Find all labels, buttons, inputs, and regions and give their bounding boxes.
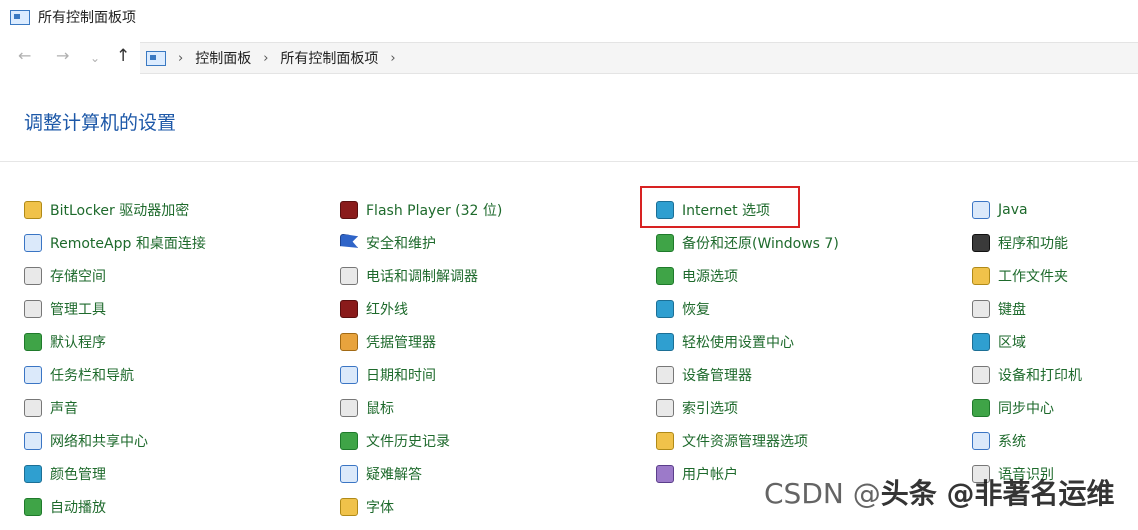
item-devices-printers[interactable]: 设备和打印机	[972, 358, 1082, 391]
item-sound[interactable]: 声音	[24, 391, 206, 424]
keyboard-icon	[972, 299, 990, 318]
control-panel-icon	[146, 50, 166, 66]
explorer-options-icon	[656, 431, 674, 450]
address-bar[interactable]: › 控制面板 › 所有控制面板项 ›	[140, 42, 1138, 74]
breadcrumb-all-items[interactable]: 所有控制面板项	[280, 48, 378, 68]
item-sync-center[interactable]: 同步中心	[972, 391, 1082, 424]
flash-player-icon	[340, 200, 358, 219]
items-column-4: Java 程序和功能 工作文件夹 键盘 区域 设备和打印机 同步中心 系统 语音…	[972, 193, 1082, 490]
up-arrow-icon[interactable]: ↑	[116, 46, 130, 66]
watermark-csdn: CSDN @	[764, 477, 881, 510]
breadcrumb-separator-icon[interactable]: ›	[178, 51, 183, 66]
power-options-icon	[656, 266, 674, 285]
navigation-bar: ← → ⌄ ↑ › 控制面板 › 所有控制面板项 ›	[0, 38, 1138, 76]
item-troubleshooting[interactable]: 疑难解答	[340, 457, 502, 490]
sound-icon	[24, 398, 42, 417]
infrared-icon	[340, 299, 358, 318]
programs-features-icon	[972, 233, 990, 252]
window-title: 所有控制面板项	[38, 10, 136, 26]
back-arrow-icon[interactable]: ←	[18, 46, 31, 66]
item-storage-spaces[interactable]: 存储空间	[24, 259, 206, 292]
item-recovery[interactable]: 恢复	[656, 292, 839, 325]
storage-spaces-icon	[24, 266, 42, 285]
watermark: CSDN @头条 @非著名运维	[764, 472, 1114, 512]
region-icon	[972, 332, 990, 351]
item-region[interactable]: 区域	[972, 325, 1082, 358]
item-date-time[interactable]: 日期和时间	[340, 358, 502, 391]
color-management-icon	[24, 464, 42, 483]
forward-arrow-icon[interactable]: →	[56, 46, 69, 66]
work-folders-icon	[972, 266, 990, 285]
ease-of-access-icon	[656, 332, 674, 351]
item-default-programs[interactable]: 默认程序	[24, 325, 206, 358]
security-flag-icon	[340, 233, 358, 248]
devices-printers-icon	[972, 365, 990, 384]
phone-modem-icon	[340, 266, 358, 285]
mouse-icon	[340, 398, 358, 417]
item-fonts[interactable]: 字体	[340, 490, 502, 523]
recovery-icon	[656, 299, 674, 318]
device-manager-icon	[656, 365, 674, 384]
breadcrumb-separator-icon[interactable]: ›	[263, 51, 268, 66]
autoplay-icon	[24, 497, 42, 516]
item-mouse[interactable]: 鼠标	[340, 391, 502, 424]
item-indexing-options[interactable]: 索引选项	[656, 391, 839, 424]
network-icon	[24, 431, 42, 450]
item-system[interactable]: 系统	[972, 424, 1082, 457]
page-heading: 调整计算机的设置	[24, 112, 177, 134]
taskbar-icon	[24, 365, 42, 384]
indexing-icon	[656, 398, 674, 417]
recent-locations-icon[interactable]: ⌄	[90, 48, 100, 68]
system-icon	[972, 431, 990, 450]
highlight-box	[640, 186, 800, 228]
troubleshoot-icon	[340, 464, 358, 483]
item-backup-restore[interactable]: 备份和还原(Windows 7)	[656, 226, 839, 259]
control-panel-icon	[10, 9, 30, 25]
item-flash-player[interactable]: Flash Player (32 位)	[340, 193, 502, 226]
item-admin-tools[interactable]: 管理工具	[24, 292, 206, 325]
item-color-management[interactable]: 颜色管理	[24, 457, 206, 490]
file-history-icon	[340, 431, 358, 450]
item-credential-manager[interactable]: 凭据管理器	[340, 325, 502, 358]
bitlocker-icon	[24, 200, 42, 219]
item-phone-modem[interactable]: 电话和调制解调器	[340, 259, 502, 292]
item-bitlocker[interactable]: BitLocker 驱动器加密	[24, 193, 206, 226]
items-column-3: Internet 选项 备份和还原(Windows 7) 电源选项 恢复 轻松使…	[656, 193, 839, 490]
items-column-2: Flash Player (32 位) 安全和维护 电话和调制解调器 红外线 凭…	[340, 193, 502, 523]
item-infrared[interactable]: 红外线	[340, 292, 502, 325]
credential-manager-icon	[340, 332, 358, 351]
fonts-icon	[340, 497, 358, 516]
divider	[0, 161, 1138, 162]
item-network[interactable]: 网络和共享中心	[24, 424, 206, 457]
item-work-folders[interactable]: 工作文件夹	[972, 259, 1082, 292]
item-keyboard[interactable]: 键盘	[972, 292, 1082, 325]
item-security-maintenance[interactable]: 安全和维护	[340, 226, 502, 259]
breadcrumb-control-panel[interactable]: 控制面板	[195, 48, 251, 68]
java-icon	[972, 200, 990, 219]
item-explorer-options[interactable]: 文件资源管理器选项	[656, 424, 839, 457]
date-time-icon	[340, 365, 358, 384]
item-autoplay[interactable]: 自动播放	[24, 490, 206, 523]
admin-tools-icon	[24, 299, 42, 318]
item-power-options[interactable]: 电源选项	[656, 259, 839, 292]
title-bar: 所有控制面板项	[0, 0, 1138, 34]
item-programs-features[interactable]: 程序和功能	[972, 226, 1082, 259]
item-device-manager[interactable]: 设备管理器	[656, 358, 839, 391]
user-accounts-icon	[656, 464, 674, 483]
items-column-1: BitLocker 驱动器加密 RemoteApp 和桌面连接 存储空间 管理工…	[24, 193, 206, 523]
breadcrumb-separator-icon[interactable]: ›	[390, 51, 395, 66]
backup-restore-icon	[656, 233, 674, 252]
item-remoteapp[interactable]: RemoteApp 和桌面连接	[24, 226, 206, 259]
item-file-history[interactable]: 文件历史记录	[340, 424, 502, 457]
default-programs-icon	[24, 332, 42, 351]
remoteapp-icon	[24, 233, 42, 252]
item-ease-of-access[interactable]: 轻松使用设置中心	[656, 325, 839, 358]
watermark-brand: 头条 @非著名运维	[880, 477, 1115, 510]
item-taskbar[interactable]: 任务栏和导航	[24, 358, 206, 391]
item-java[interactable]: Java	[972, 193, 1082, 226]
sync-center-icon	[972, 398, 990, 417]
